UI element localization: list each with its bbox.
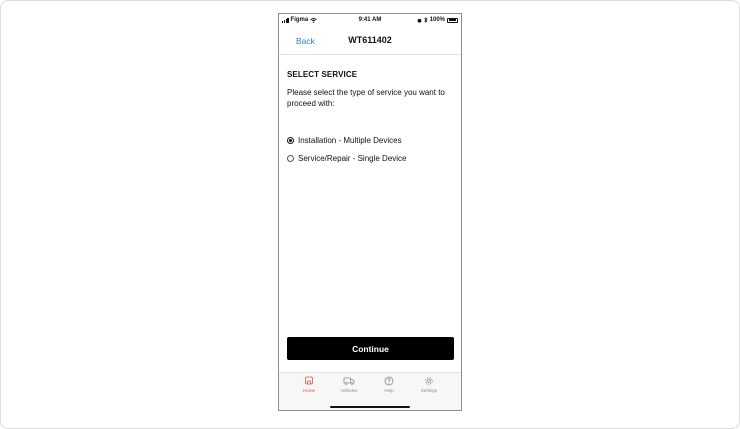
gear-icon [425, 377, 433, 385]
tab-label: Help [384, 388, 394, 393]
phone-screen: Figma 9:41 AM 100% Back WT611402 SELECT … [278, 13, 462, 411]
instructions-text: Please select the type of service you wa… [287, 88, 445, 108]
status-bar: Figma 9:41 AM 100% [279, 14, 461, 26]
tab-label: Home [302, 388, 315, 393]
truck-icon [343, 377, 355, 385]
battery-percent: 100% [429, 17, 445, 23]
tab-home[interactable]: Home [294, 376, 324, 393]
tab-vehicles[interactable]: Vehicles [334, 376, 364, 393]
continue-button[interactable]: Continue [287, 337, 454, 360]
service-option-installation[interactable]: Installation - Multiple Devices [287, 134, 402, 146]
home-indicator [330, 406, 410, 408]
help-icon [384, 376, 394, 386]
bluetooth-icon [423, 17, 428, 23]
tab-settings[interactable]: Settings [414, 376, 444, 393]
radio-unselected-icon[interactable] [287, 154, 294, 162]
main-content: SELECT SERVICE Please select the type of… [287, 70, 455, 163]
alarm-icon [417, 18, 422, 23]
navigation-bar: Back WT611402 [279, 26, 461, 55]
battery-icon [447, 17, 458, 23]
page-title: WT611402 [348, 35, 392, 45]
status-right: 100% [417, 17, 458, 23]
radio-selected-icon[interactable] [287, 136, 294, 144]
tab-label: Vehicles [340, 388, 358, 393]
section-title: SELECT SERVICE [287, 70, 358, 79]
service-option-repair[interactable]: Service/Repair - Single Device [287, 152, 407, 164]
option-label: Service/Repair - Single Device [298, 153, 407, 163]
option-label: Installation - Multiple Devices [298, 135, 402, 145]
tab-help[interactable]: Help [374, 376, 404, 393]
home-icon [305, 376, 313, 385]
tab-label: Settings [420, 388, 438, 393]
